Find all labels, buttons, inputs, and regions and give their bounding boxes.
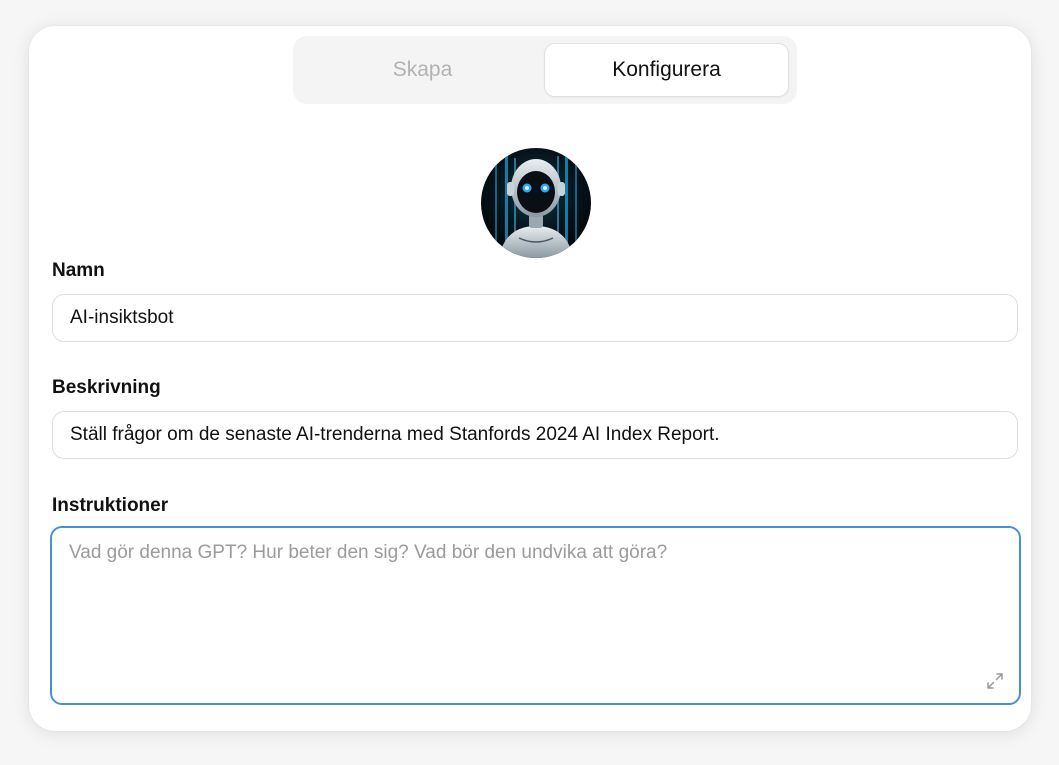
description-field[interactable]: Ställ frågor om de senaste AI-trenderna … xyxy=(52,411,1018,459)
name-label: Namn xyxy=(52,260,105,281)
gpt-editor-card: Skapa Konfigurera Namn AI-insiktsbot Bes… xyxy=(29,26,1031,731)
tab-konfigurera[interactable]: Konfigurera xyxy=(544,43,789,97)
name-field[interactable]: AI-insiktsbot xyxy=(52,294,1018,342)
tab-skapa[interactable]: Skapa xyxy=(301,44,544,96)
description-label: Beskrivning xyxy=(52,377,161,398)
mode-tabs: Skapa Konfigurera xyxy=(293,36,797,104)
instructions-label: Instruktioner xyxy=(52,495,169,516)
expand-icon[interactable] xyxy=(985,671,1005,691)
instructions-placeholder: Vad gör denna GPT? Hur beter den sig? Va… xyxy=(69,542,668,563)
robot-avatar-icon[interactable] xyxy=(481,148,591,258)
robot-avatar-image xyxy=(481,148,591,258)
instructions-textarea[interactable]: Vad gör denna GPT? Hur beter den sig? Va… xyxy=(50,526,1021,705)
